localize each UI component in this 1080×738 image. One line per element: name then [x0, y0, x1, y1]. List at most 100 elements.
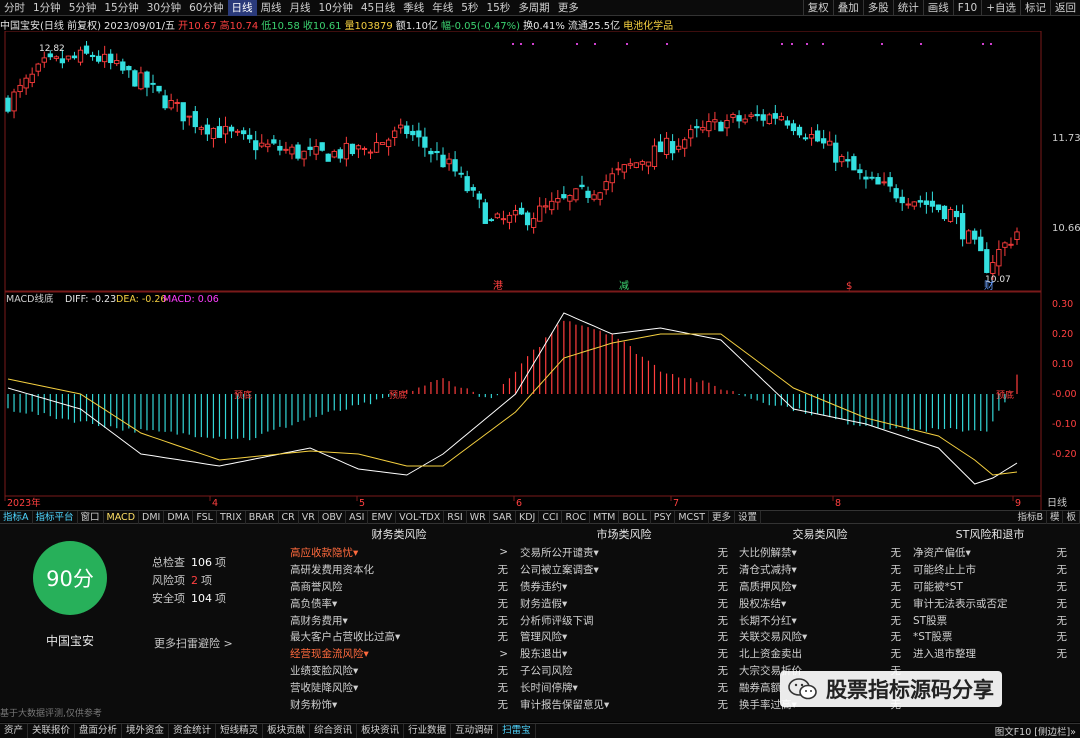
indicator-tab[interactable]: BOLL — [619, 510, 651, 524]
bottom-tab[interactable]: 板块贡献 — [263, 724, 311, 738]
indicator-tab[interactable]: ROC — [562, 510, 591, 524]
risk-item-row[interactable]: 最大客户占营收比过高▾ 无 — [290, 628, 508, 645]
quote-sector[interactable]: 电池化学品 — [623, 17, 673, 32]
risk-item-row[interactable]: 管理风险▾ 无 — [520, 628, 728, 645]
indicator-tab[interactable]: 更多 — [709, 510, 736, 524]
toolbar-button[interactable]: 标记 — [1020, 0, 1050, 16]
indicator-tab[interactable]: EMV — [368, 510, 397, 524]
risk-item-row[interactable]: 长时间停牌▾ 无 — [520, 679, 728, 696]
indicator-tab[interactable]: ASI — [346, 510, 369, 524]
risk-item-row[interactable]: 高负债率▾ 无 — [290, 595, 508, 612]
bottom-tab[interactable]: 扫雷宝 — [498, 724, 536, 738]
risk-item-row[interactable]: 财务粉饰▾ 无 — [290, 696, 508, 713]
indicator-tab[interactable]: 指标平台 — [33, 510, 78, 524]
period-tab[interactable]: 30分钟 — [143, 0, 185, 16]
bottom-tab[interactable]: 短线精灵 — [216, 724, 264, 738]
risk-item-row[interactable]: 高研发费用资本化 无 — [290, 561, 508, 578]
toolbar-button[interactable]: F10 — [952, 0, 981, 16]
f10-sidebar-toggle[interactable]: 图文F10 [侧边栏]» — [991, 724, 1080, 738]
risk-item-row[interactable]: 高质押风险▾ 无 — [739, 578, 901, 595]
risk-item-row[interactable]: 经营现金流风险▾ > — [290, 645, 508, 662]
period-tab[interactable]: 分时 — [0, 0, 29, 16]
risk-item-row[interactable]: 股权冻结▾ 无 — [739, 595, 901, 612]
indicator-tab[interactable]: MACD — [104, 510, 140, 524]
bottom-tab[interactable]: 行业数据 — [404, 724, 452, 738]
risk-item-row[interactable]: 公司被立案调查▾ 无 — [520, 561, 728, 578]
period-tab[interactable]: 15分钟 — [100, 0, 142, 16]
risk-item-row[interactable]: 高应收款隐忧▾ > — [290, 544, 508, 561]
risk-item-row[interactable]: 交易所公开谴责▾ 无 — [520, 544, 728, 561]
risk-item-row[interactable]: ST股票 无 — [913, 612, 1067, 629]
bottom-tab[interactable]: 境外资金 — [122, 724, 170, 738]
period-tab[interactable]: 45日线 — [357, 0, 399, 16]
period-tab[interactable]: 月线 — [286, 0, 315, 16]
indicator-tab[interactable]: CR — [279, 510, 299, 524]
period-tab[interactable]: 60分钟 — [185, 0, 227, 16]
indicator-tab[interactable]: WR — [467, 510, 490, 524]
kline-chart[interactable]: 11.73 10.66 12.82 10.07 港 减 $ 财 MACD线底 D… — [0, 31, 1080, 510]
indicator-tab[interactable]: SAR — [490, 510, 517, 524]
toolbar-button[interactable]: 多股 — [862, 0, 893, 16]
risk-item-row[interactable]: 高商誉风险 无 — [290, 578, 508, 595]
period-tab[interactable]: 年线 — [428, 0, 457, 16]
more-scan-link[interactable]: 更多扫雷避险 > — [154, 635, 233, 651]
period-tab[interactable]: 5分钟 — [65, 0, 101, 16]
indicator-tab[interactable]: MTM — [590, 510, 620, 524]
bottom-tab[interactable]: 关联报价 — [28, 724, 76, 738]
risk-item-row[interactable]: 可能被*ST 无 — [913, 578, 1067, 595]
toolbar-button[interactable]: 返回 — [1050, 0, 1080, 16]
indicator-tab[interactable]: VOL-TDX — [396, 510, 445, 524]
period-tab[interactable]: 15秒 — [482, 0, 514, 16]
risk-item-row[interactable]: 财务造假▾ 无 — [520, 595, 728, 612]
indicator-tab-right-item[interactable]: 板 — [1063, 510, 1080, 524]
risk-item-row[interactable]: 清仓式减持▾ 无 — [739, 561, 901, 578]
indicator-tab-right-item[interactable]: 模 — [1047, 510, 1064, 524]
indicator-tab[interactable]: 设置 — [735, 510, 762, 524]
indicator-tab[interactable]: VR — [299, 510, 319, 524]
risk-item-row[interactable]: 股东退出▾ 无 — [520, 645, 728, 662]
bottom-tab[interactable]: 资产 — [0, 724, 29, 738]
period-tab[interactable]: 5秒 — [457, 0, 482, 16]
indicator-tab[interactable]: BRAR — [246, 510, 279, 524]
toolbar-button[interactable]: +自选 — [981, 0, 1020, 16]
risk-item-row[interactable]: 北上资金卖出 无 — [739, 645, 901, 662]
risk-item-row[interactable]: 关联交易风险▾ 无 — [739, 628, 901, 645]
bottom-tab[interactable]: 综合资讯 — [310, 724, 358, 738]
period-tab[interactable]: 季线 — [399, 0, 428, 16]
indicator-tab[interactable]: 窗口 — [78, 510, 104, 524]
indicator-tab[interactable]: 指标A — [0, 510, 33, 524]
risk-item-row[interactable]: 子公司风险 无 — [520, 662, 728, 679]
risk-item-row[interactable]: 营收陡降风险▾ 无 — [290, 679, 508, 696]
stock-title[interactable]: 中国宝安(日线 前复权) — [0, 17, 101, 32]
event-marker-dividend[interactable]: $ — [846, 281, 852, 292]
period-tab[interactable]: 更多 — [554, 0, 583, 16]
indicator-tab[interactable]: DMA — [164, 510, 194, 524]
risk-item-row[interactable]: 净资产偏低▾ 无 — [913, 544, 1067, 561]
toolbar-button[interactable]: 复权 — [802, 0, 833, 16]
indicator-tab[interactable]: CCI — [539, 510, 563, 524]
bottom-tab[interactable]: 盘面分析 — [75, 724, 123, 738]
period-tab[interactable]: 多周期 — [514, 0, 554, 16]
period-tab[interactable]: 周线 — [257, 0, 286, 16]
period-tab[interactable]: 10分钟 — [315, 0, 357, 16]
risk-item-row[interactable]: 可能终止上市 无 — [913, 561, 1067, 578]
indicator-tab[interactable]: KDJ — [516, 510, 540, 524]
indicator-tab[interactable]: RSI — [444, 510, 467, 524]
bottom-tab[interactable]: 板块资讯 — [357, 724, 405, 738]
toolbar-button[interactable]: 画线 — [922, 0, 953, 16]
event-marker-reduce[interactable]: 减 — [619, 280, 629, 292]
toolbar-button[interactable]: 叠加 — [832, 0, 863, 16]
macd-panel[interactable]: MACD线底 DIFF: -0.23 DEA: -0.26 MACD: 0.06… — [4, 291, 1077, 497]
bottom-tab[interactable]: 资金统计 — [169, 724, 217, 738]
indicator-tab[interactable]: FSL — [193, 510, 217, 524]
indicator-tab[interactable]: TRIX — [217, 510, 246, 524]
event-marker-finance[interactable]: 财 — [984, 279, 994, 292]
risk-item-row[interactable]: 长期不分红▾ 无 — [739, 612, 901, 629]
risk-item-row[interactable]: 高财务费用▾ 无 — [290, 612, 508, 629]
event-marker-hk[interactable]: 港 — [493, 280, 503, 292]
risk-item-row[interactable]: 审计无法表示或否定 无 — [913, 595, 1067, 612]
indicator-tab[interactable]: PSY — [651, 510, 676, 524]
indicator-tab[interactable]: MCST — [675, 510, 710, 524]
period-tab[interactable]: 1分钟 — [29, 0, 65, 16]
risk-item-row[interactable]: 进入退市整理 无 — [913, 645, 1067, 662]
